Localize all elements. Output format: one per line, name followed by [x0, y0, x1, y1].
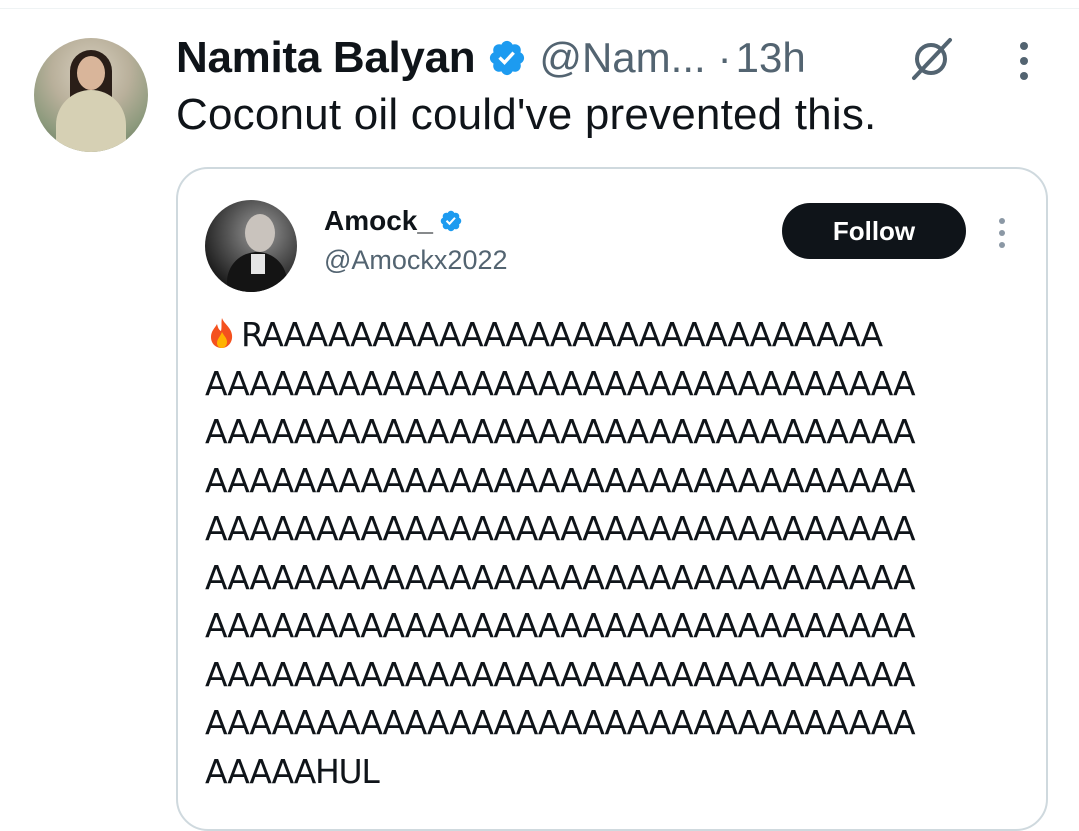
avatar-collar [251, 254, 265, 274]
avatar-head [245, 214, 275, 252]
quoted-author-avatar[interactable] [205, 200, 297, 292]
quoted-name-row: Amock_ [324, 205, 463, 237]
quoted-author-handle[interactable]: @Amockx2022 [324, 245, 508, 276]
fire-emoji-icon [211, 318, 233, 348]
author-avatar[interactable] [34, 38, 148, 152]
verified-badge-icon [490, 40, 525, 76]
more-options-icon[interactable] [990, 213, 1014, 253]
tweet-text: Coconut oil could've prevented this. [176, 90, 877, 139]
verified-badge-icon [440, 210, 462, 232]
quoted-tweet-text: RAAAAAAAAAAAAAAAAAAAAAAAAAAAA AAAAAAAAAA… [205, 315, 916, 791]
follow-button[interactable]: Follow [782, 203, 966, 259]
quoted-tweet-body: RAAAAAAAAAAAAAAAAAAAAAAAAAAAA AAAAAAAAAA… [205, 311, 1035, 796]
more-options-icon[interactable] [1004, 36, 1044, 86]
grok-icon[interactable] [906, 34, 956, 84]
author-handle[interactable]: @Nam... [539, 34, 705, 82]
quoted-tweet-card[interactable]: Amock_ @Amockx2022 Follow RAAAAAAAAAAAAA… [176, 167, 1048, 831]
avatar-body [56, 90, 126, 152]
separator-dot: · [717, 34, 732, 81]
avatar-face [77, 56, 105, 90]
top-divider [0, 8, 1079, 9]
tweet-header: Namita Balyan @Nam... · 13h [176, 30, 806, 86]
tweet-timestamp[interactable]: 13h [736, 34, 806, 82]
quoted-author-name[interactable]: Amock_ [324, 205, 433, 237]
author-name[interactable]: Namita Balyan [176, 33, 476, 83]
